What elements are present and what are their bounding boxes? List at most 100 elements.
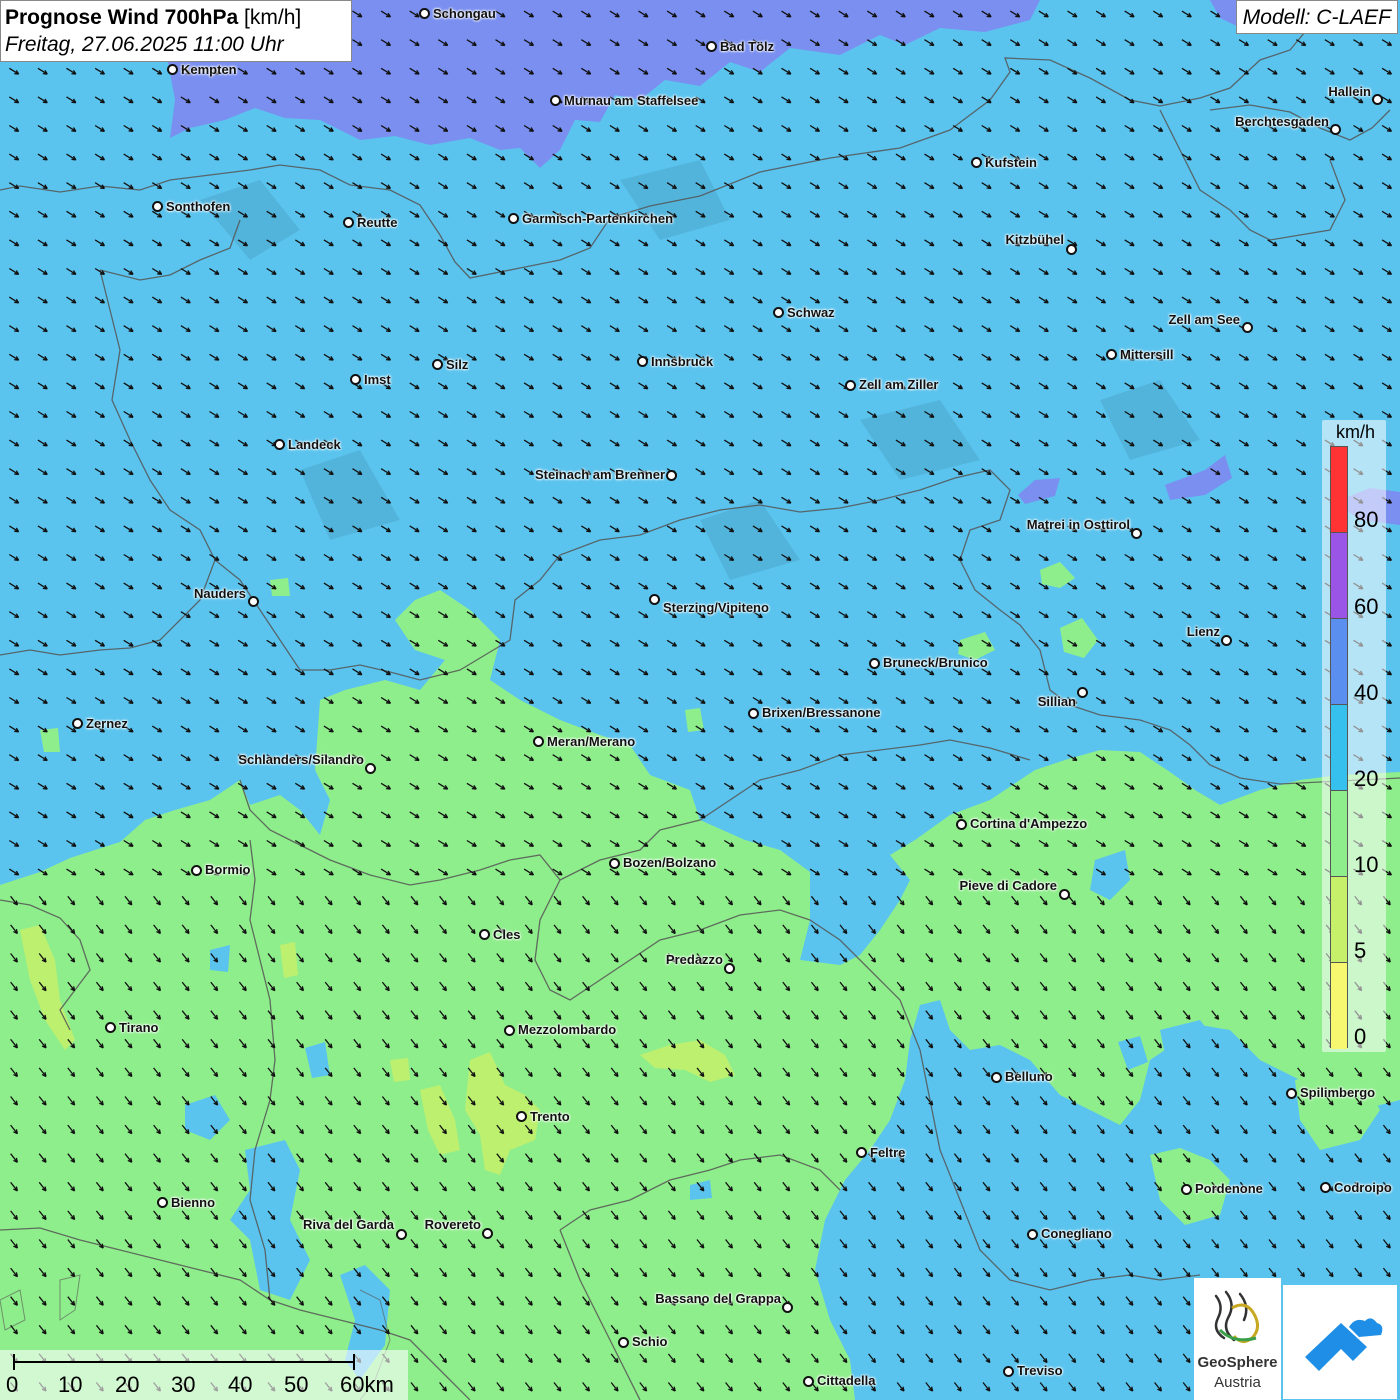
city-label: Meran/Merano: [547, 734, 636, 749]
city-label: Treviso: [1017, 1363, 1063, 1378]
city-label: Landeck: [288, 437, 341, 452]
city-label: Zell am See: [1168, 312, 1240, 327]
city-label: Spilimbergo: [1300, 1085, 1376, 1100]
city-label: Bozen/Bolzano: [623, 855, 717, 870]
city-marker-icon: [706, 41, 717, 52]
legend-tick-10: 10: [1354, 852, 1379, 877]
city-marker-icon: [167, 64, 178, 75]
city-marker-icon: [956, 819, 967, 830]
city-label: Schlanders/Silandro: [238, 752, 364, 767]
city-label: Codroipo: [1334, 1180, 1392, 1195]
city-label: Predazzo: [665, 952, 723, 967]
city-marker-icon: [724, 963, 735, 974]
city-label: Bad Tölz: [720, 39, 775, 54]
city-marker-icon: [782, 1302, 793, 1313]
geosphere-emblem-icon: [1214, 1290, 1259, 1343]
scale-label-30: 30: [171, 1372, 196, 1397]
city-label: Schwaz: [787, 305, 835, 320]
city-marker-icon: [1077, 687, 1088, 698]
city-marker-icon: [845, 380, 856, 391]
model-label: Modell: C-LAEF: [1235, 0, 1398, 34]
city-marker-icon: [508, 213, 519, 224]
weather-app-logo[interactable]: [1283, 1285, 1397, 1399]
city-marker-icon: [432, 359, 443, 370]
city-label: Cles: [493, 927, 521, 942]
city-marker-icon: [396, 1229, 407, 1240]
city-label: Bruneck/Brunico: [883, 655, 988, 670]
city-marker-icon: [1131, 528, 1142, 539]
city-label: Schongau: [433, 6, 496, 21]
city-label: Conegliano: [1041, 1226, 1112, 1241]
city-label: Mezzolombardo: [518, 1022, 617, 1037]
city-marker-icon: [1242, 322, 1253, 333]
city-label: Hallein: [1328, 84, 1371, 99]
city-label: Feltre: [870, 1145, 906, 1160]
city-label: Cittadella: [817, 1373, 876, 1388]
geosphere-name: GeoSphere: [1197, 1354, 1278, 1371]
legend-segment-20-40: [1331, 705, 1347, 791]
city-label: Sterzing/Vipiteno: [663, 600, 769, 615]
legend-tick-20: 20: [1354, 766, 1379, 791]
legend-segment-5-10: [1331, 877, 1347, 963]
city-label: Sillian: [1037, 694, 1076, 709]
city-marker-icon: [479, 929, 490, 940]
city-marker-icon: [869, 658, 880, 669]
city-label: Mittersill: [1120, 347, 1174, 362]
title-box: Prognose Wind 700hPa [km/h] Freitag, 27.…: [0, 0, 352, 62]
city-marker-icon: [248, 596, 259, 607]
city-marker-icon: [1059, 889, 1070, 900]
city-marker-icon: [419, 8, 430, 19]
scale-label-0: 0: [6, 1372, 19, 1397]
city-marker-icon: [1372, 94, 1383, 105]
city-marker-icon: [533, 736, 544, 747]
scale-bar-ruler: [13, 1354, 355, 1370]
city-marker-icon: [152, 201, 163, 212]
city-marker-icon: [1221, 635, 1232, 646]
city-label: Pieve di Cadore: [959, 878, 1057, 893]
city-label: Garmisch-Partenkirchen: [522, 211, 674, 226]
city-marker-icon: [516, 1111, 527, 1122]
title-line: Prognose Wind 700hPa [km/h]: [5, 4, 347, 31]
city-marker-icon: [504, 1025, 515, 1036]
city-marker-icon: [105, 1022, 116, 1033]
scale-label-20: 20: [115, 1372, 140, 1397]
city-label: Zernez: [86, 716, 128, 731]
city-label: Reutte: [357, 215, 398, 230]
city-label: Brixen/Bressanone: [762, 705, 881, 720]
legend-tick-40: 40: [1354, 680, 1379, 705]
city-label: Innsbruck: [651, 354, 714, 369]
scale-label-60km: 60km: [340, 1372, 394, 1397]
city-label: Sonthofen: [166, 199, 231, 214]
city-label: Trento: [530, 1109, 570, 1124]
geosphere-logo[interactable]: GeoSphere Austria: [1194, 1278, 1281, 1400]
forecast-datetime: Freitag, 27.06.2025 11:00 Uhr: [5, 33, 284, 56]
city-marker-icon: [1066, 244, 1077, 255]
city-label: Silz: [446, 357, 469, 372]
scale-label-10: 10: [58, 1372, 83, 1397]
legend-segment-10-20: [1331, 791, 1347, 877]
city-marker-icon: [343, 217, 354, 228]
legend-segment-80-plus: [1331, 447, 1347, 533]
city-label: Matrei in Osttirol: [1026, 517, 1130, 532]
city-marker-icon: [649, 594, 660, 605]
city-marker-icon: [72, 718, 83, 729]
city-label: Zell am Ziller: [859, 377, 939, 392]
city-label: Kempten: [181, 62, 237, 77]
city-label: Berchtesgaden: [1235, 114, 1329, 129]
legend-segment-60-80: [1331, 533, 1347, 619]
city-marker-icon: [1003, 1366, 1014, 1377]
city-marker-icon: [1181, 1184, 1192, 1195]
city-marker-icon: [157, 1197, 168, 1208]
city-label: Kufstein: [985, 155, 1037, 170]
city-marker-icon: [1286, 1088, 1297, 1099]
city-label: Pordenone: [1195, 1181, 1263, 1196]
city-marker-icon: [550, 95, 561, 106]
city-label: Murnau am Staffelsee: [564, 93, 699, 108]
city-marker-icon: [971, 157, 982, 168]
city-label: Schio: [632, 1334, 668, 1349]
city-marker-icon: [191, 865, 202, 876]
city-marker-icon: [856, 1147, 867, 1158]
legend-unit: km/h: [1336, 422, 1376, 442]
title-unit: [km/h]: [244, 6, 302, 29]
city-marker-icon: [803, 1376, 814, 1387]
